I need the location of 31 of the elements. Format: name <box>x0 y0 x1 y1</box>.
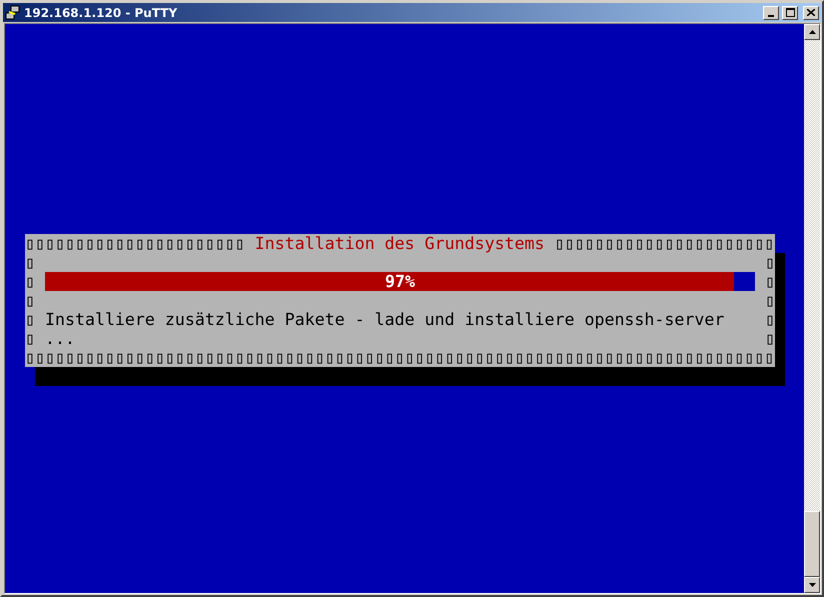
minimize-icon <box>768 14 774 16</box>
border-glyphs: ▯▯▯▯▯▯▯▯▯▯▯▯▯▯▯▯▯▯▯▯▯▯▯▯▯▯▯▯▯▯▯▯▯▯▯▯▯▯▯▯▯▯▯▯▯▯▯▯▯▯▯▯▯▯▯▯▯▯▯▯▯▯▯▯▯▯▯▯▯▯▯▯▯▯▯ <box>25 348 774 367</box>
border-glyph: ▯ <box>765 291 775 310</box>
scroll-thumb[interactable] <box>804 511 820 577</box>
border-glyph: ▯ <box>765 310 775 329</box>
scroll-up-button[interactable] <box>804 24 820 40</box>
border-glyphs: ▯▯▯▯▯▯▯▯▯▯▯▯▯▯▯▯▯▯▯▯▯▯ <box>554 234 774 253</box>
scroll-down-button[interactable] <box>804 577 820 593</box>
dialog-title: Installation des Grundsystems <box>254 234 546 253</box>
border-glyphs: ▯▯▯▯▯▯▯▯▯▯▯▯▯▯▯▯▯▯▯▯▯▯ <box>25 234 245 253</box>
status-text: Installiere zusätzliche Pakete - lade und installiere openssh-server <box>44 310 724 329</box>
border-glyph: ▯ <box>765 272 775 291</box>
progress-percent: 97% <box>385 272 415 291</box>
down-arrow-icon <box>808 583 816 587</box>
scrollbar[interactable] <box>804 24 820 593</box>
minimize-button[interactable] <box>763 6 779 20</box>
status-text: ... <box>44 329 75 348</box>
border-glyph: ▯ <box>765 329 775 348</box>
computer-icon <box>5 4 21 20</box>
border-glyph: ▯ <box>25 291 35 310</box>
maximize-button[interactable] <box>782 6 798 20</box>
border-glyph: ▯ <box>25 253 35 272</box>
close-icon <box>807 9 815 16</box>
border-glyph: ▯ <box>25 310 35 329</box>
close-button[interactable] <box>803 6 819 20</box>
window-title: 192.168.1.120 - PuTTY <box>24 6 178 20</box>
border-glyph: ▯ <box>765 253 775 272</box>
maximize-icon <box>786 8 794 17</box>
border-glyph: ▯ <box>25 329 35 348</box>
up-arrow-icon <box>808 30 816 34</box>
border-glyph: ▯ <box>25 272 35 291</box>
